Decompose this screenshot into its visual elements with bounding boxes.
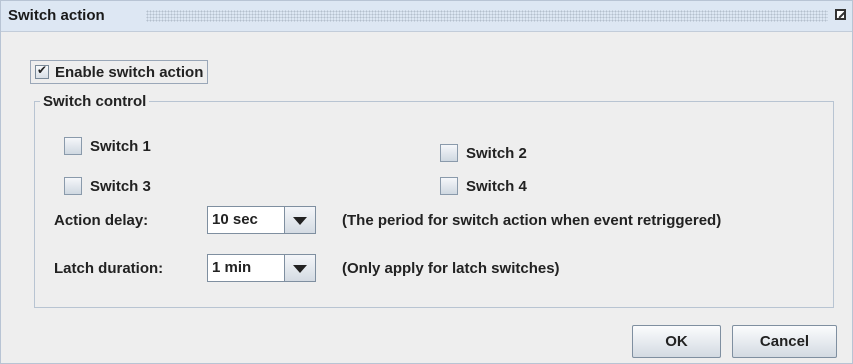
latch-duration-select[interactable]: 1 min bbox=[207, 254, 316, 282]
latch-duration-label: Latch duration: bbox=[54, 260, 164, 277]
switch-action-dialog: Switch action Enable switch action Switc… bbox=[0, 0, 853, 364]
chevron-down-icon[interactable] bbox=[284, 207, 315, 233]
switch-2-checkbox[interactable]: Switch 2 bbox=[440, 143, 527, 163]
cancel-button[interactable]: Cancel bbox=[732, 325, 837, 358]
enable-switch-action-label: Enable switch action bbox=[55, 63, 204, 81]
action-delay-select[interactable]: 10 sec bbox=[207, 206, 316, 234]
title-bar-grip bbox=[146, 10, 828, 22]
checkbox-icon[interactable] bbox=[440, 144, 458, 162]
enable-switch-action-checkbox[interactable]: Enable switch action bbox=[30, 60, 209, 84]
switch-4-label: Switch 4 bbox=[466, 177, 527, 195]
action-delay-value: 10 sec bbox=[212, 211, 258, 228]
ok-button[interactable]: OK bbox=[632, 325, 721, 358]
dialog-title: Switch action bbox=[8, 7, 111, 24]
chevron-down-icon[interactable] bbox=[284, 255, 315, 281]
maximize-icon[interactable] bbox=[835, 9, 846, 20]
switch-4-checkbox[interactable]: Switch 4 bbox=[440, 176, 527, 196]
switch-control-title: Switch control bbox=[40, 93, 150, 110]
switch-3-label: Switch 3 bbox=[90, 177, 151, 195]
title-bar[interactable]: Switch action bbox=[1, 1, 852, 32]
action-delay-label: Action delay: bbox=[54, 212, 149, 229]
latch-duration-value: 1 min bbox=[212, 259, 252, 276]
checkbox-icon[interactable] bbox=[64, 177, 82, 195]
switch-2-label: Switch 2 bbox=[466, 144, 527, 162]
latch-duration-hint: (Only apply for latch switches) bbox=[342, 260, 560, 277]
checkbox-checked-icon[interactable] bbox=[35, 63, 49, 79]
checkbox-icon[interactable] bbox=[64, 137, 82, 155]
switch-1-label: Switch 1 bbox=[90, 137, 151, 155]
action-delay-hint: (The period for switch action when event… bbox=[342, 212, 722, 229]
switch-3-checkbox[interactable]: Switch 3 bbox=[64, 176, 151, 196]
switch-1-checkbox[interactable]: Switch 1 bbox=[64, 136, 151, 156]
checkbox-icon[interactable] bbox=[440, 177, 458, 195]
